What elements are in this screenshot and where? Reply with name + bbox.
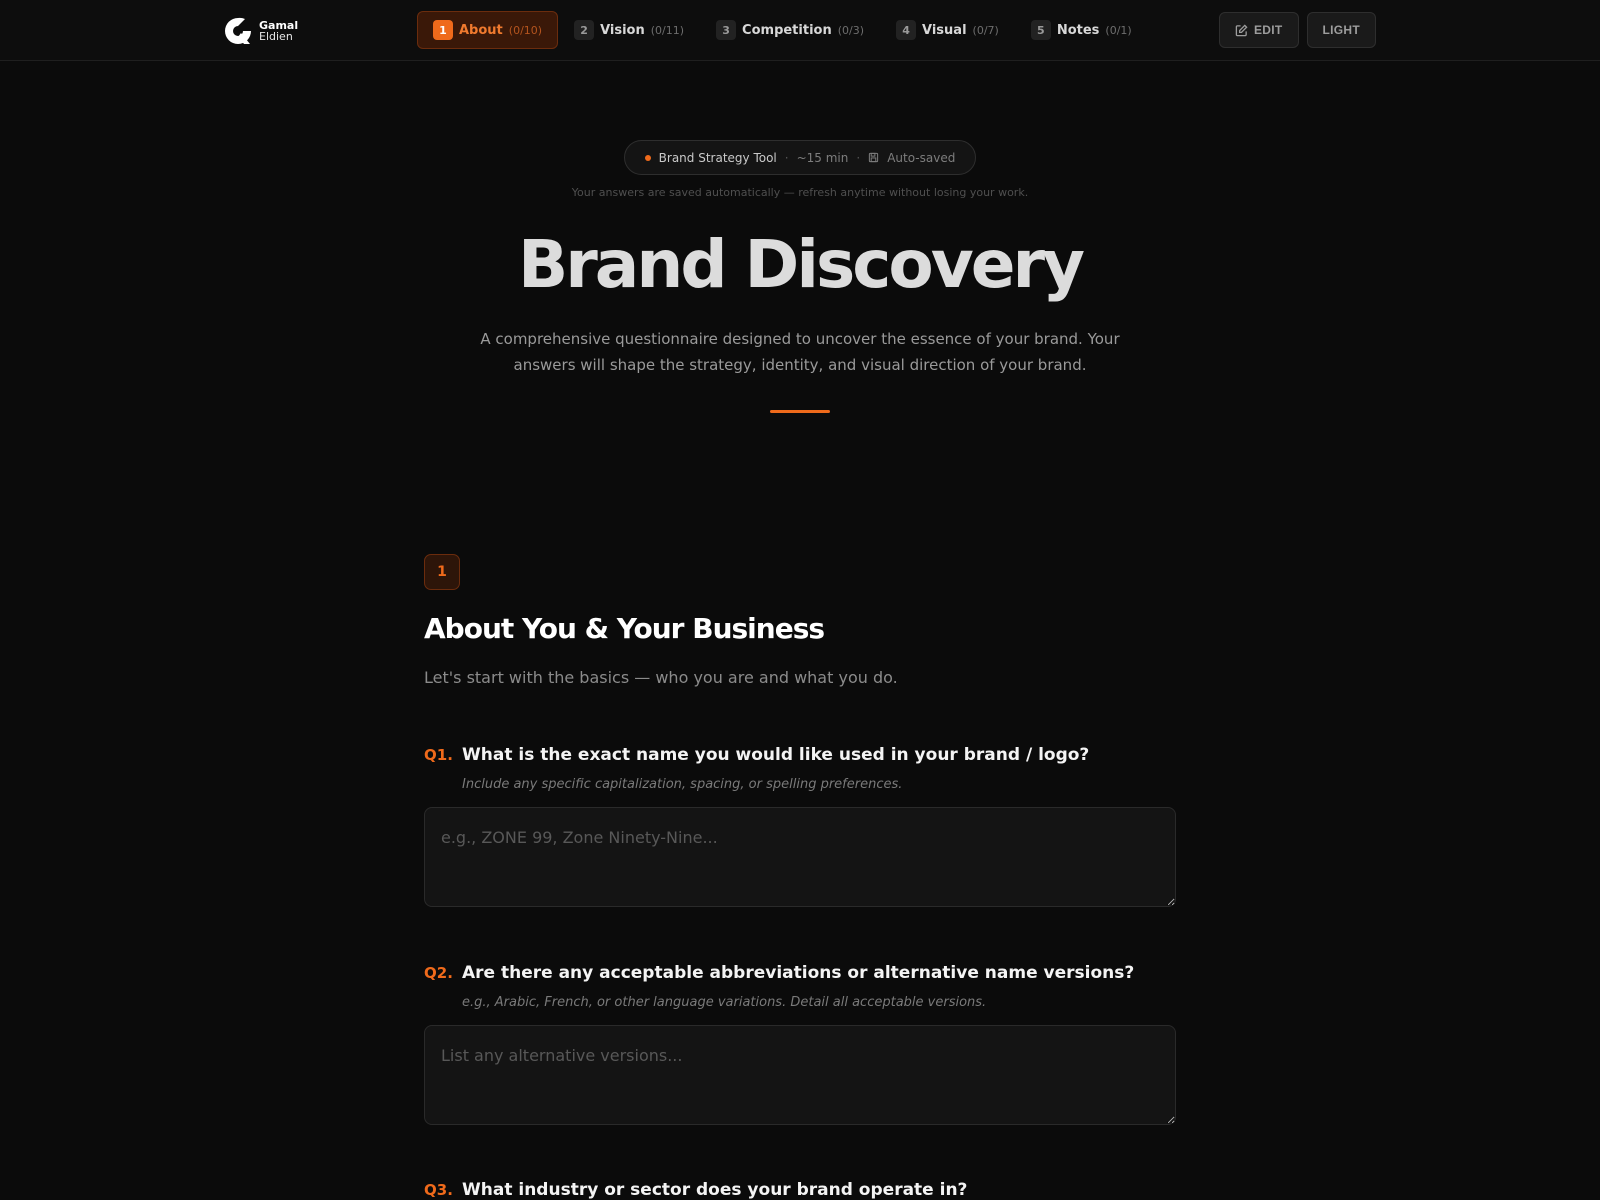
step-number: 2 bbox=[574, 20, 595, 40]
top-navigation-bar: Gamal Eldien 1 About (0/10) 2 Vision (0/… bbox=[0, 0, 1600, 61]
question-text: What is the exact name you would like us… bbox=[462, 745, 1090, 765]
step-label: Competition bbox=[742, 22, 832, 38]
step-label: About bbox=[459, 22, 503, 38]
edit-button[interactable]: EDIT bbox=[1218, 12, 1299, 48]
separator: · bbox=[856, 150, 861, 165]
section-number-badge: 1 bbox=[424, 554, 460, 590]
edit-button-label: EDIT bbox=[1253, 23, 1283, 37]
accent-divider bbox=[770, 410, 830, 413]
logo-line-2: Eldien bbox=[259, 30, 293, 43]
answer-textarea-q2[interactable] bbox=[424, 1025, 1176, 1125]
question-text: Are there any acceptable abbreviations o… bbox=[462, 963, 1135, 983]
step-label: Notes bbox=[1056, 22, 1100, 38]
question-number: Q3. bbox=[424, 1181, 453, 1199]
estimated-time: ~15 min bbox=[796, 150, 849, 165]
question-number: Q1. bbox=[424, 746, 453, 764]
tool-name: Brand Strategy Tool bbox=[658, 150, 777, 165]
step-number: 4 bbox=[896, 20, 917, 40]
header-actions: EDIT LIGHT bbox=[1218, 12, 1376, 48]
theme-toggle-label: LIGHT bbox=[1322, 23, 1360, 37]
question-text: What industry or sector does your brand … bbox=[462, 1180, 968, 1200]
question-hint: Include any specific capitalization, spa… bbox=[462, 777, 903, 792]
page-title: Brand Discovery bbox=[517, 226, 1085, 303]
step-tab-vision[interactable]: 2 Vision (0/11) bbox=[558, 11, 700, 49]
question-block-q1: Q1. What is the exact name you would lik… bbox=[424, 745, 1176, 907]
step-progress-count: (0/10) bbox=[508, 23, 543, 37]
question-block-q3: Q3. What industry or sector does your br… bbox=[424, 1180, 1176, 1200]
step-navigation: 1 About (0/10) 2 Vision (0/11) 3 Competi… bbox=[417, 11, 1148, 49]
section-subtitle: Let's start with the basics — who you ar… bbox=[424, 668, 898, 687]
page-description: A comprehensive questionnaire designed t… bbox=[480, 330, 1120, 374]
question-hint: e.g., Arabic, French, or other language … bbox=[462, 995, 987, 1010]
step-progress-count: (0/7) bbox=[972, 23, 999, 37]
theme-toggle-button[interactable]: LIGHT bbox=[1306, 12, 1376, 48]
step-tab-visual[interactable]: 4 Visual (0/7) bbox=[880, 11, 1015, 49]
logo-wordmark: Gamal Eldien bbox=[259, 20, 298, 42]
step-tab-competition[interactable]: 3 Competition (0/3) bbox=[700, 11, 880, 49]
autosave-status: Auto-saved bbox=[887, 150, 956, 165]
step-progress-count: (0/3) bbox=[837, 23, 865, 37]
question-block-q2: Q2. Are there any acceptable abbreviatio… bbox=[424, 963, 1176, 1125]
step-number: 3 bbox=[716, 20, 737, 40]
step-progress-count: (0/11) bbox=[650, 23, 685, 37]
step-label: Vision bbox=[600, 22, 645, 38]
step-number: 1 bbox=[433, 20, 453, 40]
edit-pencil-icon bbox=[1235, 23, 1248, 36]
step-label: Visual bbox=[922, 22, 967, 38]
brand-logo[interactable]: Gamal Eldien bbox=[223, 16, 298, 46]
step-progress-count: (0/1) bbox=[1105, 23, 1132, 37]
step-number: 5 bbox=[1030, 20, 1051, 40]
separator: · bbox=[784, 150, 789, 165]
autosave-note: Your answers are saved automatically — r… bbox=[571, 186, 1029, 199]
tool-info-pill: Brand Strategy Tool · ~15 min · Auto-sav… bbox=[624, 140, 976, 175]
question-number: Q2. bbox=[424, 964, 453, 982]
save-disk-icon bbox=[869, 152, 879, 163]
step-tab-notes[interactable]: 5 Notes (0/1) bbox=[1015, 11, 1148, 49]
status-dot-icon bbox=[644, 154, 651, 161]
answer-textarea-q1[interactable] bbox=[424, 807, 1176, 907]
section-title: About You & Your Business bbox=[424, 612, 825, 645]
step-tab-about[interactable]: 1 About (0/10) bbox=[417, 11, 559, 49]
logo-mark-icon bbox=[225, 17, 251, 44]
